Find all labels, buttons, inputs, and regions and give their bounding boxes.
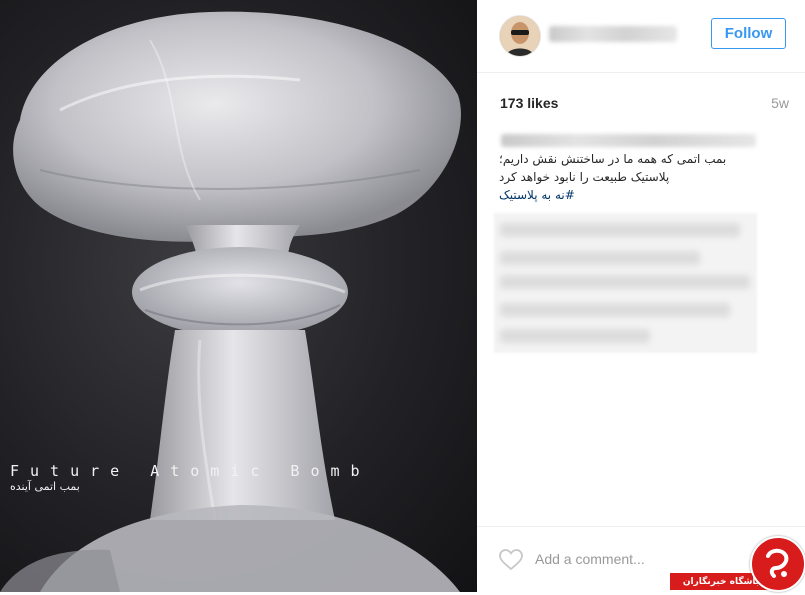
follow-button[interactable]: Follow [711,18,786,49]
likes-count[interactable]: 173 likes [500,95,558,111]
comments-redacted [494,213,757,353]
post-age[interactable]: 5w [771,95,789,111]
mushroom-cloud-bag [0,11,461,592]
avatar-face-icon [500,16,540,56]
post-details-panel: Follow 173 likes 5w بمب اتمی که همه ما د… [477,0,805,592]
heart-icon[interactable] [499,549,523,571]
post-header: Follow [477,0,805,73]
caption-author-redacted [501,134,756,147]
caption-line-1: بمب اتمی که همه ما در ساختنش نقش داریم؛ [499,152,727,166]
avatar[interactable] [499,15,541,57]
watermark-emblem-icon [750,536,805,592]
username-redacted [549,26,677,42]
watermark-logo: باشگاه خبرنگاران [670,534,805,592]
image-caption-persian: بمب اتمی آینده [10,480,80,493]
caption-line-2: پلاستیک طبیعت را نابود خواهد کرد [499,170,670,184]
image-caption-english: Future Atomic Bomb [10,462,371,480]
post-image[interactable]: Future Atomic Bomb بمب اتمی آینده [0,0,477,592]
caption-hashtag[interactable]: #نه به پلاستیک [499,186,784,204]
post-caption: بمب اتمی که همه ما در ساختنش نقش داریم؛ … [499,150,784,204]
